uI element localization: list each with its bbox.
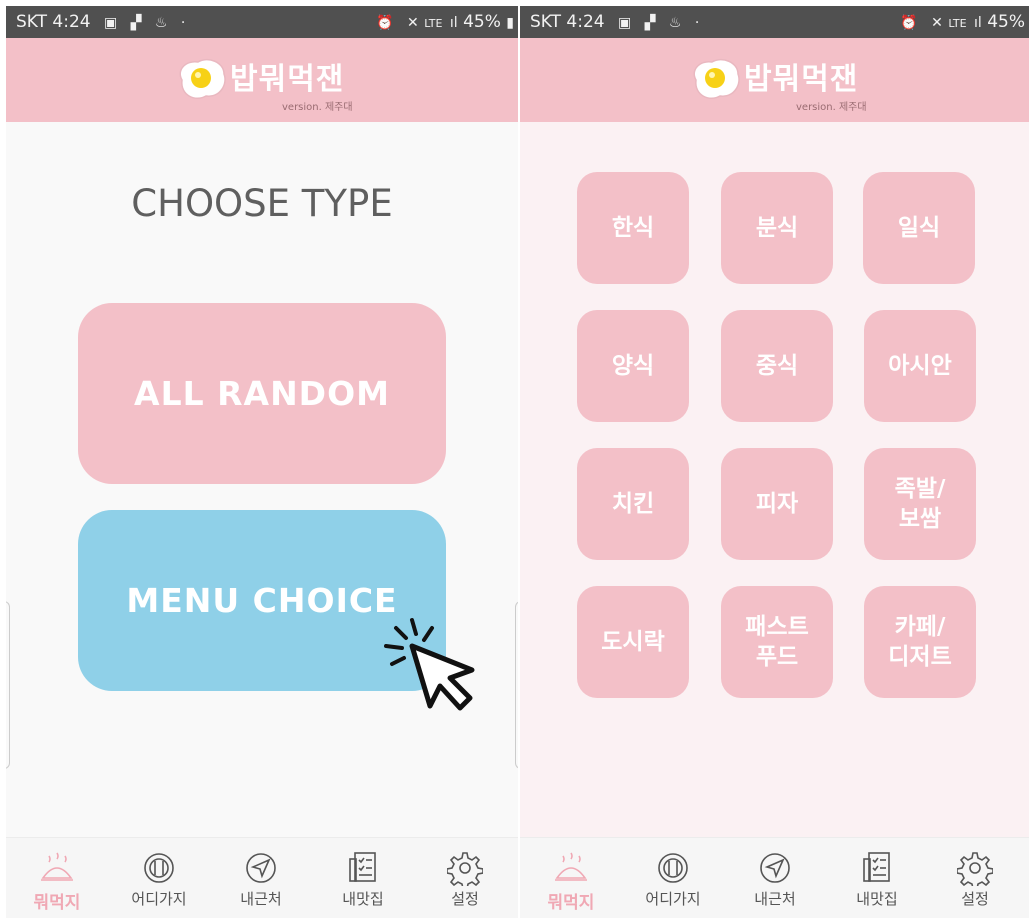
status-bar: SKT 4:24 ▣ ▞ ♨ · ⏰ ✕ LTE ıl 45% bbox=[520, 6, 1029, 38]
tab-where-to-go[interactable]: 어디가지 bbox=[108, 838, 210, 918]
status-bar: SKT 4:24 ▣ ▞ ♨ · ⏰ ✕ LTE ıl 45% ▮ bbox=[6, 6, 518, 38]
app-title: 밥뭐먹잰 bbox=[744, 62, 859, 97]
gear-icon bbox=[957, 852, 993, 886]
signal-notification-icon: ▞ bbox=[644, 15, 656, 31]
tab-near-me[interactable]: 내근처 bbox=[210, 838, 312, 918]
signal-strength-icon: ıl bbox=[974, 15, 982, 31]
carrier-label: SKT bbox=[530, 12, 562, 32]
side-edge-right bbox=[515, 601, 518, 769]
network-type: LTE bbox=[424, 17, 443, 30]
food-cloche-icon bbox=[555, 852, 587, 881]
app-header: 밥뭐먹잰 version. 제주대 bbox=[520, 38, 1029, 122]
tab-label: 뭐먹지 bbox=[33, 893, 81, 913]
tab-what-to-eat[interactable]: 뭐먹지 bbox=[520, 838, 622, 918]
app-notification-icon: ♨ bbox=[154, 15, 168, 31]
tab-label: 어디가지 bbox=[645, 890, 701, 908]
checklist-icon bbox=[863, 852, 890, 882]
tab-label: 어디가지 bbox=[131, 890, 187, 908]
app-version: version. 제주대 bbox=[796, 102, 867, 113]
category-western-button[interactable]: 양식 bbox=[577, 310, 689, 422]
tab-where-to-go[interactable]: 어디가지 bbox=[622, 838, 724, 918]
app-version: version. 제주대 bbox=[282, 102, 353, 113]
category-japanese-button[interactable]: 일식 bbox=[863, 172, 975, 284]
choose-type-title: CHOOSE TYPE bbox=[131, 182, 393, 225]
more-notifications-icon: · bbox=[180, 15, 186, 31]
image-notification-icon: ▣ bbox=[618, 15, 632, 31]
carrier-label: SKT bbox=[16, 12, 48, 32]
cutlery-plate-icon bbox=[144, 853, 174, 883]
side-edge-left bbox=[6, 601, 10, 769]
category-chicken-button[interactable]: 치킨 bbox=[577, 448, 689, 560]
tab-label: 내맛집 bbox=[856, 890, 898, 908]
battery-percent: 45% bbox=[463, 12, 501, 32]
category-fastfood-button[interactable]: 패스트 푸드 bbox=[721, 586, 833, 698]
mute-icon: ✕ bbox=[407, 15, 419, 31]
alarm-icon: ⏰ bbox=[376, 15, 394, 31]
tab-settings[interactable]: 설정 bbox=[414, 838, 516, 918]
category-jokbal-bossam-button[interactable]: 족발/ 보쌈 bbox=[864, 448, 976, 560]
app-logo: 밥뭐먹잰 version. 제주대 bbox=[174, 52, 364, 114]
fried-egg-icon bbox=[179, 58, 226, 100]
category-chinese-button[interactable]: 중식 bbox=[721, 310, 833, 422]
tab-label: 내근처 bbox=[754, 890, 796, 908]
category-korean-button[interactable]: 한식 bbox=[577, 172, 689, 284]
network-type: LTE bbox=[948, 17, 967, 30]
app-notification-icon: ♨ bbox=[668, 15, 682, 31]
battery-icon: ▮ bbox=[506, 15, 514, 31]
all-random-button[interactable]: ALL RANDOM bbox=[78, 303, 446, 484]
tab-near-me[interactable]: 내근처 bbox=[724, 838, 826, 918]
category-snack-button[interactable]: 분식 bbox=[721, 172, 833, 284]
category-pizza-button[interactable]: 피자 bbox=[721, 448, 833, 560]
more-notifications-icon: · bbox=[694, 15, 700, 31]
alarm-icon: ⏰ bbox=[900, 15, 918, 31]
tab-settings[interactable]: 설정 bbox=[924, 838, 1026, 918]
gear-icon bbox=[447, 852, 483, 886]
signal-notification-icon: ▞ bbox=[130, 15, 142, 31]
right-screen: SKT 4:24 ▣ ▞ ♨ · ⏰ ✕ LTE ıl 45% 밥뭐먹잰 ver… bbox=[520, 6, 1029, 918]
left-screen: SKT 4:24 ▣ ▞ ♨ · ⏰ ✕ LTE ıl 45% ▮ 밥뭐먹잰 v… bbox=[6, 6, 518, 918]
app-header: 밥뭐먹잰 version. 제주대 bbox=[6, 38, 518, 122]
tab-my-restaurants[interactable]: 내맛집 bbox=[312, 838, 414, 918]
pointer-click-icon bbox=[384, 618, 475, 711]
bottom-tab-bar: 뭐먹지 어디가지 내근처 내맛집 설정 bbox=[520, 837, 1029, 918]
bottom-tab-bar: 뭐먹지 어디가지 내근처 내맛집 설정 bbox=[6, 837, 518, 918]
navigation-arrow-icon bbox=[246, 853, 276, 883]
tab-what-to-eat[interactable]: 뭐먹지 bbox=[6, 838, 108, 918]
battery-percent: 45% bbox=[987, 12, 1025, 32]
tab-label: 설정 bbox=[961, 890, 989, 908]
image-notification-icon: ▣ bbox=[104, 15, 118, 31]
tab-label: 뭐먹지 bbox=[547, 893, 595, 913]
category-asian-button[interactable]: 아시안 bbox=[864, 310, 976, 422]
tab-my-restaurants[interactable]: 내맛집 bbox=[826, 838, 928, 918]
checklist-icon bbox=[349, 852, 376, 882]
time-label: 4:24 bbox=[566, 12, 605, 32]
time-label: 4:24 bbox=[52, 12, 91, 32]
app-logo: 밥뭐먹잰 version. 제주대 bbox=[688, 52, 878, 114]
tab-label: 설정 bbox=[451, 890, 479, 908]
category-lunchbox-button[interactable]: 도시락 bbox=[577, 586, 689, 698]
tab-label: 내근처 bbox=[240, 890, 282, 908]
signal-strength-icon: ıl bbox=[449, 15, 458, 31]
fried-egg-icon bbox=[693, 58, 740, 100]
tab-label: 내맛집 bbox=[342, 890, 384, 908]
mute-icon: ✕ bbox=[931, 15, 943, 31]
app-title: 밥뭐먹잰 bbox=[230, 62, 345, 97]
cutlery-plate-icon bbox=[658, 853, 688, 883]
food-cloche-icon bbox=[41, 852, 73, 881]
navigation-arrow-icon bbox=[760, 853, 790, 883]
category-cafe-dessert-button[interactable]: 카페/ 디저트 bbox=[864, 586, 976, 698]
